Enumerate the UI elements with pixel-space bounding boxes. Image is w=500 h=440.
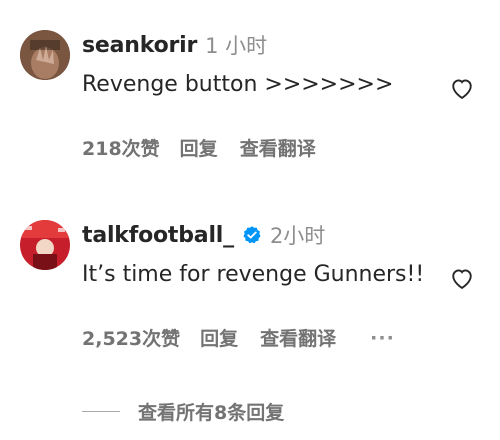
avatar-photo: [20, 220, 70, 270]
view-replies-label: 查看所有8条回复: [138, 402, 285, 424]
verified-badge-icon: [242, 225, 262, 245]
see-translation-button[interactable]: 查看翻译: [240, 134, 316, 161]
like-count[interactable]: 218次赞: [82, 134, 160, 161]
reply-button[interactable]: 回复: [180, 134, 218, 161]
heart-outline-icon[interactable]: [448, 74, 476, 102]
timestamp: 2小时: [269, 224, 326, 248]
comment-actions: 218次赞 回复 查看翻译: [82, 134, 338, 161]
comment-text: It’s time for revenge Gunners!!: [82, 262, 425, 287]
reply-button[interactable]: 回复: [200, 324, 238, 351]
heart-outline-icon[interactable]: [448, 264, 476, 292]
comment-header: seankorir 1 小时: [82, 30, 267, 60]
comment-actions: 2,523次赞 回复 查看翻译 ···: [82, 324, 417, 351]
avatar[interactable]: [20, 30, 70, 80]
see-translation-button[interactable]: 查看翻译: [260, 324, 336, 351]
timestamp: 1 小时: [205, 34, 268, 58]
view-replies-button[interactable]: 查看所有8条回复: [82, 398, 284, 425]
avatar[interactable]: [20, 220, 70, 270]
divider-line: [82, 411, 120, 412]
like-count[interactable]: 2,523次赞: [82, 324, 180, 351]
ellipsis-icon[interactable]: ···: [370, 327, 395, 349]
comment-header: talkfootball_ 2小时: [82, 220, 325, 250]
avatar-photo: [20, 30, 70, 80]
comment-text: Revenge button >>>>>>>: [82, 72, 394, 97]
username[interactable]: seankorir: [82, 33, 197, 58]
username[interactable]: talkfootball_: [82, 223, 234, 248]
